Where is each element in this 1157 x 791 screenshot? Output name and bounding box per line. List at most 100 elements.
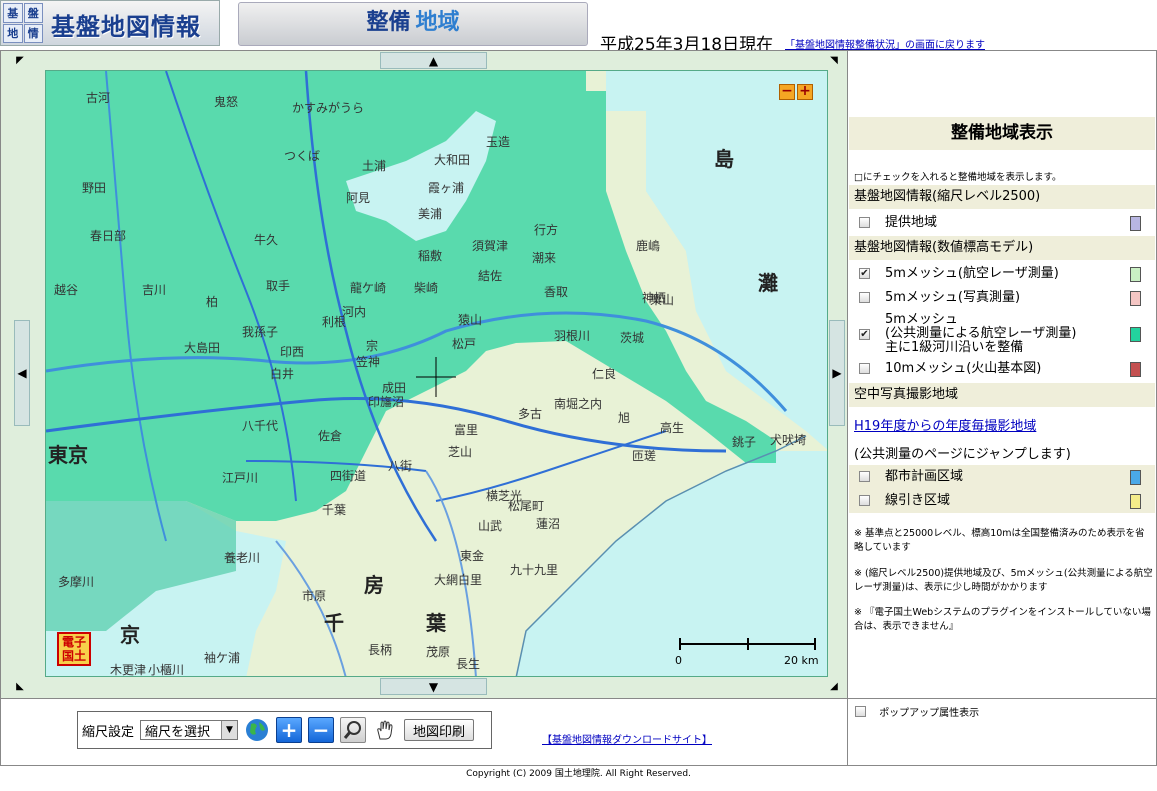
section-heading-aerial: 空中写真撮影地域 xyxy=(849,383,1155,407)
layer-checkbox[interactable] xyxy=(859,495,870,506)
pan-lower-right-icon[interactable]: ◢ xyxy=(828,680,840,692)
map-toolbar: 縮尺設定 縮尺を選択 ▼ + − 地図印刷 xyxy=(77,711,492,749)
logo-char: 盤 xyxy=(23,3,43,23)
map-label: 吉川 xyxy=(142,283,167,297)
legend-swatch xyxy=(1130,470,1141,485)
layer-label: 10mメッシュ(火山基本図) xyxy=(885,361,1042,376)
legend-swatch xyxy=(1130,216,1141,231)
tab-title-part2: 地域 xyxy=(415,10,460,35)
legend-swatch xyxy=(1130,267,1141,282)
map-label: つくば xyxy=(284,149,321,163)
pan-right-button[interactable]: ▶ xyxy=(829,320,845,426)
map-label: 高生 xyxy=(660,421,685,435)
scale-setting-label: 縮尺設定 xyxy=(82,724,135,740)
layer-toggle-5m-photo[interactable]: 5mメッシュ(写真測量) xyxy=(849,286,1155,310)
map-zoom-controls: − + xyxy=(779,84,813,100)
map-label: 千 xyxy=(324,611,344,635)
map-label: 長生 xyxy=(456,657,481,671)
popup-checkbox[interactable] xyxy=(855,706,866,717)
map-label: 宗 xyxy=(366,339,379,353)
map-label: 袖ケ浦 xyxy=(204,651,241,665)
map-label: 白井 xyxy=(270,367,295,381)
layer-checkbox[interactable] xyxy=(859,292,870,303)
map-label: 柴崎 xyxy=(414,281,439,295)
map-label: 旭 xyxy=(618,411,631,425)
map-label: 大和田 xyxy=(434,153,471,167)
panel-note-1: ※ 基準点と25000レベル、標高10mは全国整備済みのため表示を省略しています xyxy=(854,528,1145,553)
map-label: 蓮沼 xyxy=(536,517,561,531)
map-label: 阿見 xyxy=(346,191,371,205)
map-label: 松戸 xyxy=(452,337,477,351)
layer-label: 都市計画区域 xyxy=(885,469,964,484)
map-zoom-in-button[interactable]: + xyxy=(797,84,813,100)
map-label: 東金 xyxy=(460,549,485,563)
pan-up-button[interactable]: ▲ xyxy=(380,52,487,69)
layer-checkbox[interactable] xyxy=(859,363,870,374)
print-map-button[interactable]: 地図印刷 xyxy=(404,719,475,741)
left-arrow-icon: ◀ xyxy=(17,366,27,380)
hand-icon[interactable] xyxy=(372,717,398,743)
aerial-photo-link[interactable]: H19年度からの年度毎撮影地域 xyxy=(854,415,1036,434)
map-label: 潮来 xyxy=(532,251,557,265)
layer-label-line2: (公共測量による航空レーザ測量) xyxy=(885,326,1077,341)
download-site-link[interactable]: 【基盤地図情報ダウンロードサイト】 xyxy=(542,731,712,746)
map-label: かすみがうら xyxy=(292,101,365,115)
logo-char: 地 xyxy=(3,23,23,43)
layer-checkbox[interactable] xyxy=(859,471,870,482)
layer-checkbox-checked[interactable]: ✔ xyxy=(859,329,870,340)
legend-swatch xyxy=(1130,327,1141,342)
globe-icon[interactable] xyxy=(244,717,270,743)
map-label: 鹿嶋 xyxy=(636,239,661,253)
map-label: 山武 xyxy=(478,519,503,533)
layer-toggle-city-planning[interactable]: 都市計画区域 xyxy=(849,465,1155,489)
map-label: 柏 xyxy=(206,295,219,309)
layer-toggle-10m[interactable]: 10mメッシュ(火山基本図) xyxy=(849,357,1155,381)
denshi-kokudo-badge[interactable]: 電子 国土 xyxy=(57,632,91,666)
site-logo[interactable]: 基 盤 地 情 基盤地図情報 xyxy=(0,0,220,46)
map-label: 仁良 xyxy=(592,367,617,381)
layer-label: 5mメッシュ(航空レーザ測量) xyxy=(885,266,1059,281)
layer-toggle-zoning[interactable]: 線引き区域 xyxy=(849,489,1155,513)
map-label: 霞ヶ浦 xyxy=(428,181,465,195)
zoom-out-icon[interactable]: − xyxy=(308,717,335,743)
map-label: 養老川 xyxy=(224,551,261,565)
pan-left-button[interactable]: ◀ xyxy=(14,320,30,426)
map-label: 春日部 xyxy=(90,229,127,243)
layer-toggle-provided-area[interactable]: 提供地域 xyxy=(849,211,1155,235)
pan-upper-left-icon[interactable]: ◤ xyxy=(14,54,26,66)
map-label: 長柄 xyxy=(368,643,393,657)
popup-attribute-toggle[interactable]: ポップアップ属性表示 xyxy=(855,704,979,719)
zoom-in-icon[interactable]: + xyxy=(276,717,303,743)
layer-checkbox[interactable] xyxy=(859,217,870,228)
magnifier-icon[interactable] xyxy=(340,717,367,743)
layer-toggle-5m-laser[interactable]: ✔ 5mメッシュ(航空レーザ測量) xyxy=(849,262,1155,286)
map-label: 牛久 xyxy=(254,233,279,247)
map-label: 我孫子 xyxy=(242,325,279,339)
map-label: 江戸川 xyxy=(222,471,259,485)
logo-mark: 基 盤 地 情 xyxy=(3,3,43,43)
map-label: 松尾町 xyxy=(508,499,545,513)
map-label: 栗山 xyxy=(650,293,675,307)
tab-title-part1: 整備 xyxy=(366,10,411,35)
down-arrow-icon: ▼ xyxy=(428,679,439,694)
pan-down-button[interactable]: ▼ xyxy=(380,678,487,695)
map-label: 美浦 xyxy=(418,207,443,221)
layer-toggle-5m-public-laser[interactable]: ✔ 5mメッシュ (公共測量による航空レーザ測量) 主に1級河川沿いを整備 xyxy=(849,311,1155,357)
back-to-status-link[interactable]: 「基盤地図情報整備状況」の画面に戻ります xyxy=(785,36,985,51)
map-canvas[interactable]: 古河 鬼怒 かすみがうら つくば 土浦 大和田 玉造 霞ヶ浦 阿見 美浦 行方 … xyxy=(45,70,828,677)
legend-swatch xyxy=(1130,494,1141,509)
pan-lower-left-icon[interactable]: ◣ xyxy=(14,680,26,692)
layer-checkbox-checked[interactable]: ✔ xyxy=(859,268,870,279)
map-label: 羽根川 xyxy=(554,329,591,343)
scale-select[interactable]: 縮尺を選択 ▼ xyxy=(140,720,239,740)
popup-label: ポップアップ属性表示 xyxy=(879,708,980,719)
map-zoom-out-button[interactable]: − xyxy=(779,84,795,100)
logo-char: 基 xyxy=(3,3,23,23)
pan-upper-right-icon[interactable]: ◥ xyxy=(828,54,840,66)
map-label: 香取 xyxy=(544,285,569,299)
map-label: 笠神 xyxy=(356,355,381,369)
map-label: 行方 xyxy=(534,223,559,237)
map-label: 八街 xyxy=(388,459,413,473)
map-label: 稲敷 xyxy=(418,249,443,263)
map-label: 八千代 xyxy=(242,419,279,433)
